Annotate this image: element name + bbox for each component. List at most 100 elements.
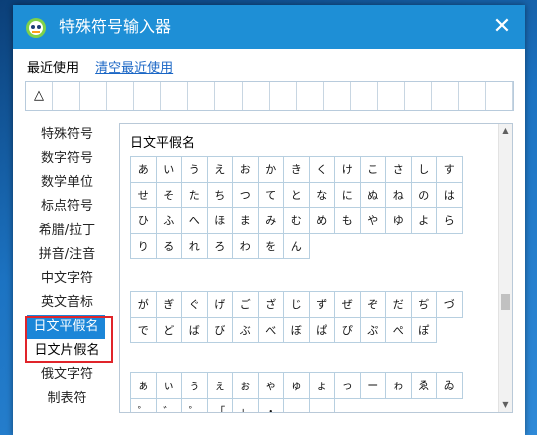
symbol-cell[interactable] xyxy=(310,398,335,412)
symbol-cell[interactable]: だ xyxy=(386,292,412,318)
symbol-cell[interactable]: め xyxy=(309,208,335,234)
symbol-cell[interactable]: ゃ xyxy=(258,373,284,399)
symbol-cell[interactable]: ぶ xyxy=(233,317,259,343)
symbol-cell[interactable]: ば xyxy=(182,317,208,343)
recent-symbol[interactable] xyxy=(351,82,378,110)
scroll-up-arrow-icon[interactable]: ▲ xyxy=(499,124,512,138)
symbol-cell[interactable]: が xyxy=(131,292,157,318)
recent-symbol[interactable] xyxy=(243,82,270,110)
symbol-cell[interactable]: ゐ xyxy=(437,373,463,399)
symbol-cell[interactable]: う xyxy=(182,157,208,183)
category-english-phonetics[interactable]: 英文音标 xyxy=(21,291,113,315)
symbol-cell[interactable]: お xyxy=(233,157,259,183)
recent-symbol[interactable] xyxy=(297,82,324,110)
symbol-cell[interactable]: づ xyxy=(437,292,463,318)
category-russian-characters[interactable]: 俄文字符 xyxy=(21,363,113,387)
symbol-cell[interactable]: ち xyxy=(207,182,233,208)
symbol-cell[interactable]: せ xyxy=(131,182,157,208)
symbol-cell[interactable]: と xyxy=(284,182,310,208)
symbol-cell[interactable]: あ xyxy=(131,157,157,183)
symbol-cell[interactable]: べ xyxy=(258,317,284,343)
symbol-cell[interactable]: じ xyxy=(284,292,310,318)
symbol-cell[interactable]: 、 xyxy=(284,398,310,412)
symbol-cell[interactable]: ぱ xyxy=(309,317,335,343)
symbol-cell[interactable]: さ xyxy=(386,157,412,183)
symbol-cell[interactable]: そ xyxy=(156,182,182,208)
symbol-cell[interactable]: ゜ xyxy=(182,398,208,412)
symbol-cell[interactable]: び xyxy=(207,317,233,343)
recent-symbol[interactable] xyxy=(459,82,487,110)
recent-symbol[interactable] xyxy=(405,82,432,110)
symbol-cell[interactable]: ょ xyxy=(309,373,335,399)
symbol-cell[interactable]: よ xyxy=(411,208,437,234)
symbol-cell[interactable]: し xyxy=(411,157,437,183)
symbol-cell[interactable]: は xyxy=(437,182,463,208)
symbol-cell[interactable]: か xyxy=(258,157,284,183)
category-greek-latin[interactable]: 希腊/拉丁 xyxy=(21,219,113,243)
symbol-cell[interactable]: ゆ xyxy=(386,208,412,234)
recent-symbol[interactable] xyxy=(107,82,135,110)
recent-symbol[interactable] xyxy=(432,82,459,110)
recent-symbol[interactable] xyxy=(188,82,216,110)
symbol-cell[interactable]: ゛ xyxy=(157,398,182,412)
symbol-cell[interactable]: ・ xyxy=(259,398,284,412)
symbol-cell[interactable]: ゑ xyxy=(411,373,437,399)
symbol-cell[interactable]: ひ xyxy=(131,208,157,234)
symbol-cell[interactable]: い xyxy=(156,157,182,183)
symbol-cell[interactable]: ぼ xyxy=(284,317,310,343)
clear-recent-link[interactable]: 清空最近使用 xyxy=(95,61,173,76)
symbol-cell[interactable]: ご xyxy=(233,292,259,318)
scroll-down-arrow-icon[interactable]: ▼ xyxy=(499,398,512,412)
symbol-cell[interactable]: ぃ xyxy=(156,373,182,399)
symbol-cell[interactable]: げ xyxy=(207,292,233,318)
symbol-cell[interactable]: ら xyxy=(437,208,463,234)
symbol-cell[interactable]: ぴ xyxy=(335,317,361,343)
symbol-cell[interactable]: る xyxy=(156,233,182,259)
recent-symbol[interactable] xyxy=(80,82,108,110)
symbol-cell[interactable]: ぉ xyxy=(233,373,259,399)
symbol-cell[interactable]: 」 xyxy=(233,398,259,412)
symbol-cell[interactable]: く xyxy=(309,157,335,183)
symbol-cell[interactable]: み xyxy=(258,208,284,234)
recent-symbol[interactable] xyxy=(486,82,514,110)
symbol-cell[interactable]: ふ xyxy=(156,208,182,234)
symbol-cell[interactable]: れ xyxy=(182,233,208,259)
symbol-cell[interactable]: ー xyxy=(360,373,386,399)
recent-symbol[interactable] xyxy=(161,82,189,110)
symbol-cell[interactable]: ま xyxy=(233,208,259,234)
category-number-symbols[interactable]: 数字符号 xyxy=(21,147,113,171)
symbol-cell[interactable]: ぞ xyxy=(360,292,386,318)
symbol-cell[interactable]: ず xyxy=(309,292,335,318)
symbol-cell[interactable]: ぺ xyxy=(386,317,412,343)
symbol-cell[interactable]: え xyxy=(207,157,233,183)
category-chinese-characters[interactable]: 中文字符 xyxy=(21,267,113,291)
symbol-cell[interactable]: で xyxy=(131,317,157,343)
recent-symbol[interactable]: △ xyxy=(26,82,54,110)
symbol-cell[interactable]: む xyxy=(284,208,310,234)
symbol-cell[interactable]: へ xyxy=(182,208,208,234)
symbol-cell[interactable]: ぁ xyxy=(131,373,157,399)
symbol-cell[interactable]: ね xyxy=(386,182,412,208)
symbol-cell[interactable]: ど xyxy=(156,317,182,343)
symbol-cell[interactable]: ぬ xyxy=(360,182,386,208)
symbol-cell[interactable]: ぎ xyxy=(156,292,182,318)
symbol-cell[interactable]: ぢ xyxy=(411,292,437,318)
symbol-cell[interactable]: こ xyxy=(360,157,386,183)
symbol-cell[interactable]: ぐ xyxy=(182,292,208,318)
symbol-cell[interactable]: た xyxy=(182,182,208,208)
symbol-cell[interactable]: を xyxy=(258,233,284,259)
symbol-cell[interactable]: ゎ xyxy=(386,373,412,399)
symbol-cell[interactable]: ほ xyxy=(207,208,233,234)
symbol-cell[interactable]: な xyxy=(309,182,335,208)
recent-symbol[interactable] xyxy=(270,82,297,110)
symbol-cell[interactable]: も xyxy=(335,208,361,234)
category-math-units[interactable]: 数学单位 xyxy=(21,171,113,195)
symbol-cell[interactable]: ぷ xyxy=(360,317,386,343)
symbol-cell[interactable]: の xyxy=(411,182,437,208)
symbol-cell[interactable]: や xyxy=(360,208,386,234)
symbol-cell[interactable]: き xyxy=(284,157,310,183)
close-button[interactable]: ✕ xyxy=(479,5,525,49)
symbol-cell[interactable]: て xyxy=(258,182,284,208)
symbol-cell[interactable]: ぅ xyxy=(182,373,208,399)
recent-symbol[interactable] xyxy=(378,82,405,110)
